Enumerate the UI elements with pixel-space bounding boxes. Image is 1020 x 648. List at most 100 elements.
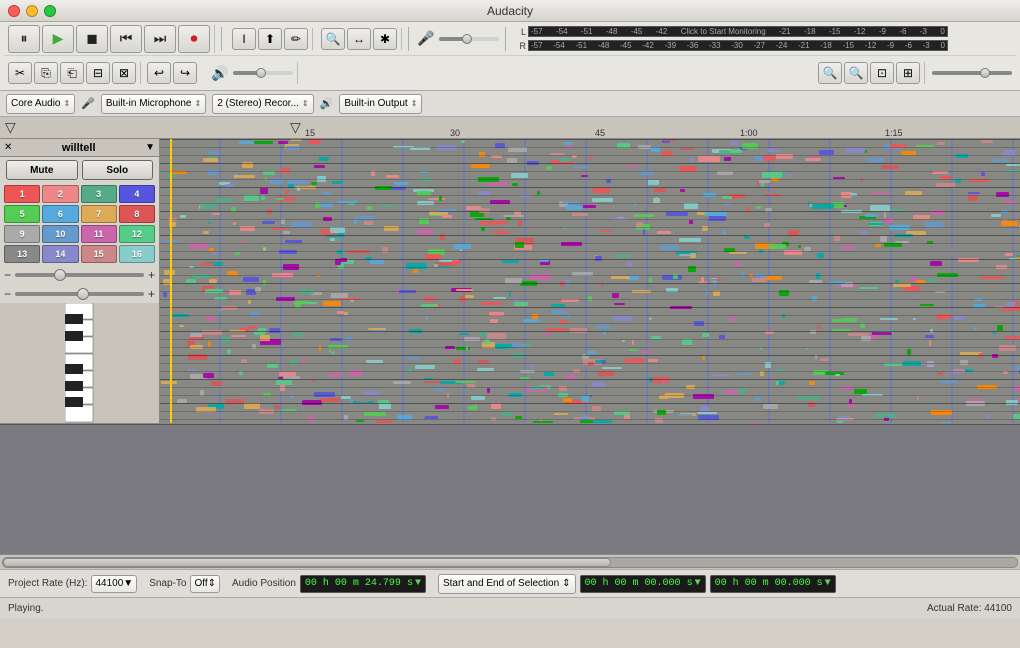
vu-left-meter[interactable]: -57-54-51-48-45-42 Click to Start Monito… xyxy=(528,26,948,37)
record-button[interactable]: ⏺ xyxy=(178,25,210,53)
channel-12-button[interactable]: 12 xyxy=(119,225,155,243)
channel-1-button[interactable]: 1 xyxy=(4,185,40,203)
track-close-button[interactable]: ✕ xyxy=(4,142,12,153)
vol-plus[interactable]: + xyxy=(148,268,155,282)
speaker-icon[interactable]: 🔊 xyxy=(209,62,231,84)
redo-button[interactable]: ↪ xyxy=(173,62,197,84)
channel-4-button[interactable]: 4 xyxy=(119,185,155,203)
pan-plus[interactable]: + xyxy=(148,287,155,301)
selection-start-display[interactable]: 00 h 00 m 00.000 s ▼ xyxy=(580,575,706,593)
rewind-button[interactable]: ⏮ xyxy=(110,25,142,53)
playback-speed xyxy=(928,71,1016,75)
audio-position-display[interactable]: 00 h 00 m 24.799 s ▼ xyxy=(300,575,426,593)
channel-8-button[interactable]: 8 xyxy=(119,205,155,223)
playhead xyxy=(170,139,172,423)
tools-section2: 🔍 ↔ ✱ xyxy=(317,28,402,50)
channel-7-button[interactable]: 7 xyxy=(81,205,117,223)
volume-slider[interactable] xyxy=(15,273,144,277)
scrollbar-thumb[interactable] xyxy=(3,558,611,567)
channels-value: 2 (Stereo) Recor... xyxy=(217,98,299,109)
envelope-tool-button[interactable]: ⬆ xyxy=(258,28,282,50)
mic-icon[interactable]: 🎤 xyxy=(415,28,437,50)
channels-select[interactable]: 2 (Stereo) Recor... ⇕ xyxy=(212,94,313,114)
zoom-in-button[interactable]: 🔍 xyxy=(818,62,842,84)
selection-section: Start and End of Selection ⇕ 00 h 00 m 0… xyxy=(438,574,836,594)
title-bar: Audacity xyxy=(0,0,1020,22)
project-rate-dropdown[interactable]: 44100 ▼ xyxy=(91,575,137,593)
timeline-ruler[interactable]: ▽ ▽ 15 30 45 1:00 1:15 xyxy=(0,117,1020,139)
draw-tool-button[interactable]: ✏ xyxy=(284,28,308,50)
track-header: ✕ willtell ▼ Mute Solo 12345678910111213… xyxy=(0,139,160,423)
zoom-h-button[interactable]: ↔ xyxy=(347,28,371,50)
channel-5-button[interactable]: 5 xyxy=(4,205,40,223)
zoom-fit2-button[interactable]: ⊞ xyxy=(896,62,920,84)
grid-line xyxy=(160,331,1020,332)
channel-11-button[interactable]: 11 xyxy=(81,225,117,243)
vu-right-meter[interactable]: -57-54-51-48-45-42-39-36-33-30-27-24-21-… xyxy=(528,40,948,51)
maximize-button[interactable] xyxy=(44,5,56,17)
play-button[interactable]: ▶ xyxy=(42,25,74,53)
tick-115: 1:15 xyxy=(885,128,903,138)
zoom-tool-button[interactable]: 🔍 xyxy=(321,28,345,50)
forward-button[interactable]: ⏭ xyxy=(144,25,176,53)
channel-15-button[interactable]: 15 xyxy=(81,245,117,263)
playback-speed-slider[interactable] xyxy=(932,71,1012,75)
channel-9-button[interactable]: 9 xyxy=(4,225,40,243)
audio-host-select[interactable]: Core Audio ⇕ xyxy=(6,94,75,114)
pan-slider[interactable] xyxy=(15,292,144,296)
status-bar: Project Rate (Hz): 44100 ▼ Snap-To Off ⇕… xyxy=(0,569,1020,597)
selection-type-value: Start and End of Selection xyxy=(443,578,559,589)
window-controls[interactable] xyxy=(8,5,56,17)
grid-line xyxy=(160,235,1020,236)
mute-button[interactable]: Mute xyxy=(6,160,78,180)
rate-arrow: ▼ xyxy=(123,578,133,589)
grid-line xyxy=(160,171,1020,172)
output-gain-section: 🔊 xyxy=(205,62,298,84)
solo-button[interactable]: Solo xyxy=(82,160,154,180)
channel-grid: 12345678910111213141516 xyxy=(0,183,159,265)
project-rate-value: 44100 xyxy=(95,578,123,589)
minimize-button[interactable] xyxy=(26,5,38,17)
pan-minus[interactable]: − xyxy=(4,287,11,301)
channel-13-button[interactable]: 13 xyxy=(4,245,40,263)
grid-line xyxy=(160,283,1020,284)
close-button[interactable] xyxy=(8,5,20,17)
channel-2-button[interactable]: 2 xyxy=(42,185,78,203)
channel-6-button[interactable]: 6 xyxy=(42,205,78,223)
copy-button[interactable]: ⎘ xyxy=(34,62,58,84)
grid-line xyxy=(160,147,1020,148)
piano-keys-area xyxy=(0,303,159,423)
zoom-out-button[interactable]: 🔍 xyxy=(844,62,868,84)
output-select[interactable]: Built-in Output ⇕ xyxy=(339,94,422,114)
stop-button[interactable]: ◼ xyxy=(76,25,108,53)
multi-tool-button[interactable]: ✱ xyxy=(373,28,397,50)
vu-l-label: L xyxy=(512,27,526,37)
grid-line xyxy=(160,371,1020,372)
microphone-select[interactable]: Built-in Microphone ⇕ xyxy=(101,94,206,114)
channel-14-button[interactable]: 14 xyxy=(42,245,78,263)
vol-minus[interactable]: − xyxy=(4,268,11,282)
output-gain-slider[interactable] xyxy=(233,71,293,75)
channel-16-button[interactable]: 16 xyxy=(119,245,155,263)
cut-button[interactable]: ✂ xyxy=(8,62,32,84)
toolbar-area: ⏸ ▶ ◼ ⏮ ⏭ ⏺ I ⬆ ✏ 🔍 ↔ ✱ 🎤 xyxy=(0,22,1020,91)
selection-type-dropdown[interactable]: Start and End of Selection ⇕ xyxy=(438,574,576,594)
track-dropdown-arrow[interactable]: ▼ xyxy=(145,142,155,153)
midi-roll[interactable] xyxy=(160,139,1020,423)
trim-button[interactable]: ⊟ xyxy=(86,62,110,84)
pause-button[interactable]: ⏸ xyxy=(8,25,40,53)
cursor-tool-button[interactable]: I xyxy=(232,28,256,50)
undo-button[interactable]: ↩ xyxy=(147,62,171,84)
scrollbar-track[interactable] xyxy=(2,557,1018,568)
track-content[interactable] xyxy=(160,139,1020,423)
channel-3-button[interactable]: 3 xyxy=(81,185,117,203)
mic-arrow: ⇕ xyxy=(195,99,202,108)
snap-to-dropdown[interactable]: Off ⇕ xyxy=(190,575,220,593)
input-gain-slider[interactable] xyxy=(439,37,499,41)
silence-button[interactable]: ⊠ xyxy=(112,62,136,84)
paste-button[interactable]: ⎗ xyxy=(60,62,84,84)
selection-end-display[interactable]: 00 h 00 m 00.000 s ▼ xyxy=(710,575,836,593)
zoom-fit-button[interactable]: ⊡ xyxy=(870,62,894,84)
channel-10-button[interactable]: 10 xyxy=(42,225,78,243)
track-name[interactable]: willtell xyxy=(12,142,145,154)
